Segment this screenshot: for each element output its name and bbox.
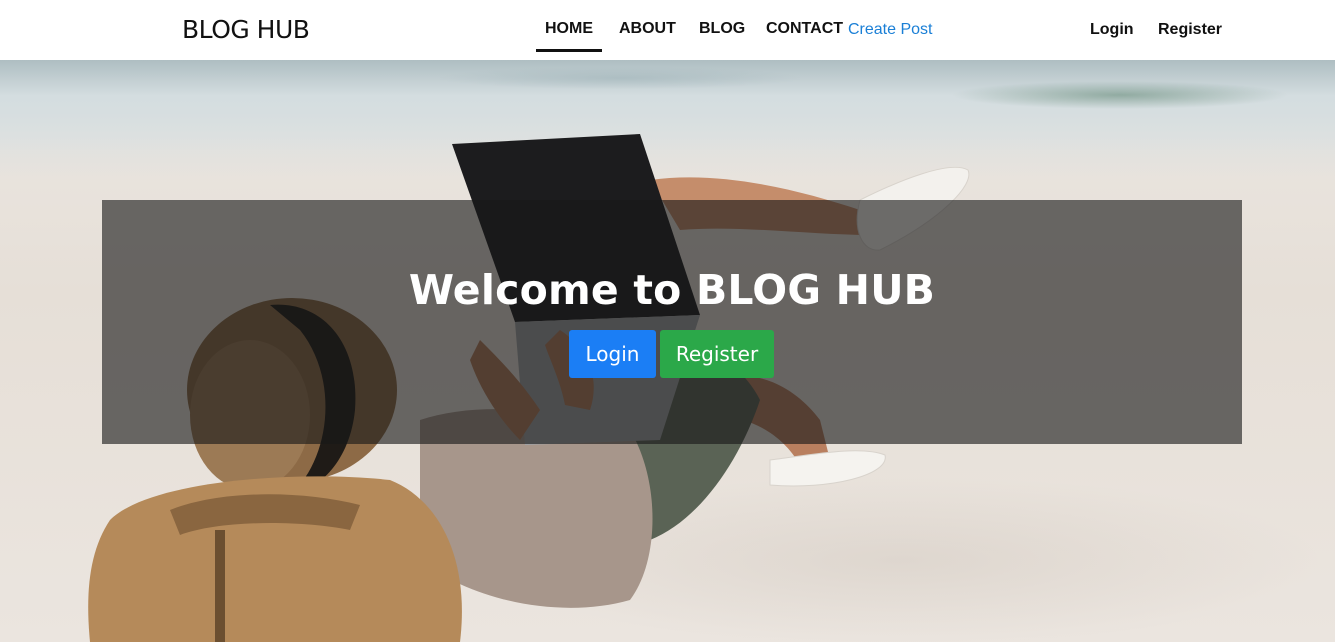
nav-register-link[interactable]: Register xyxy=(1158,21,1222,39)
hero-title: Welcome to BLOG HUB xyxy=(408,266,936,314)
hero-register-button[interactable]: Register xyxy=(660,330,774,378)
welcome-overlay: Welcome to BLOG HUB Login Register xyxy=(102,200,1242,444)
nav-create-post[interactable]: Create Post xyxy=(848,21,932,39)
nav-about[interactable]: ABOUT xyxy=(619,20,676,38)
brand-logo[interactable]: BLOG HUB xyxy=(182,15,310,44)
nav-login-link[interactable]: Login xyxy=(1090,21,1134,39)
nav-contact[interactable]: CONTACT xyxy=(766,20,843,38)
nav-home[interactable]: HOME xyxy=(536,20,602,52)
hero-section: Welcome to BLOG HUB Login Register xyxy=(0,60,1335,642)
hero-login-button[interactable]: Login xyxy=(569,330,656,378)
nav-blog[interactable]: BLOG xyxy=(699,20,745,38)
top-navbar: BLOG HUB HOME ABOUT BLOG CONTACT Create … xyxy=(0,0,1335,60)
